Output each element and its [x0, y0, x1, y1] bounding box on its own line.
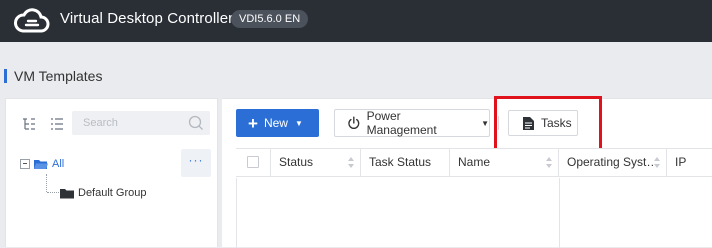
search-box — [72, 111, 210, 135]
column-header-task-status[interactable]: Task Status — [361, 149, 450, 176]
column-header-ip[interactable]: IP — [667, 149, 712, 176]
page-title: VM Templates — [14, 68, 103, 84]
power-management-button[interactable]: Power Management ▼ — [334, 109, 490, 137]
more-options-button[interactable]: ··· — [181, 149, 211, 177]
select-all-checkbox[interactable] — [247, 156, 259, 168]
templates-panel: + New ▼ Power Management ▼ Tasks Status … — [222, 96, 712, 248]
column-label: Operating Syst… — [567, 155, 659, 169]
tree-expand-icon[interactable] — [18, 113, 40, 135]
caret-down-icon: ▼ — [481, 118, 489, 128]
search-icon[interactable] — [188, 115, 204, 131]
column-label: Task Status — [369, 155, 432, 169]
table-body-border — [559, 178, 560, 248]
top-bar: Virtual Desktop Controller VDI5.6.0 EN — [0, 0, 712, 42]
sort-icon[interactable] — [348, 157, 354, 168]
column-header-name[interactable]: Name — [450, 149, 559, 176]
new-button-label: New — [263, 116, 288, 130]
column-header-status[interactable]: Status — [271, 149, 361, 176]
column-label: IP — [675, 155, 687, 169]
tree-connector — [47, 192, 59, 193]
power-management-label: Power Management — [366, 109, 437, 137]
column-label: Status — [279, 155, 314, 169]
app-title: Virtual Desktop Controller — [60, 10, 234, 27]
version-badge: VDI5.6.0 EN — [231, 10, 309, 28]
tree-label-default-group[interactable]: Default Group — [78, 187, 146, 199]
power-icon — [348, 116, 360, 130]
group-tree-panel: All ··· Default Group — [5, 98, 218, 247]
folder-icon — [60, 188, 74, 198]
tree-node-all[interactable]: All — [20, 155, 64, 173]
sort-icon[interactable] — [546, 157, 552, 168]
new-button[interactable]: + New ▼ — [236, 109, 319, 137]
list-view-icon[interactable] — [46, 113, 68, 135]
plus-icon: + — [248, 113, 258, 133]
page-title-accent — [4, 69, 7, 83]
cloud-logo-icon — [14, 8, 50, 33]
tree-node-default-group[interactable]: Default Group — [60, 185, 146, 201]
table-header: Status Task Status Name Operating Syst… … — [236, 148, 712, 177]
caret-down-icon: ▼ — [294, 118, 303, 128]
collapse-toggle-icon[interactable] — [20, 159, 30, 169]
tree-label-all[interactable]: All — [52, 158, 64, 170]
highlight-box — [494, 96, 602, 154]
column-label: Name — [458, 155, 491, 169]
table-body-border — [236, 178, 237, 248]
select-all-cell — [236, 149, 271, 176]
sort-icon[interactable] — [654, 157, 660, 168]
folder-open-icon — [34, 159, 48, 169]
column-header-operating-system[interactable]: Operating Syst… — [559, 149, 667, 176]
list-icon — [51, 118, 63, 130]
tree-structure-icon — [23, 118, 35, 130]
search-input[interactable] — [72, 111, 182, 135]
tree-connector — [46, 174, 47, 192]
